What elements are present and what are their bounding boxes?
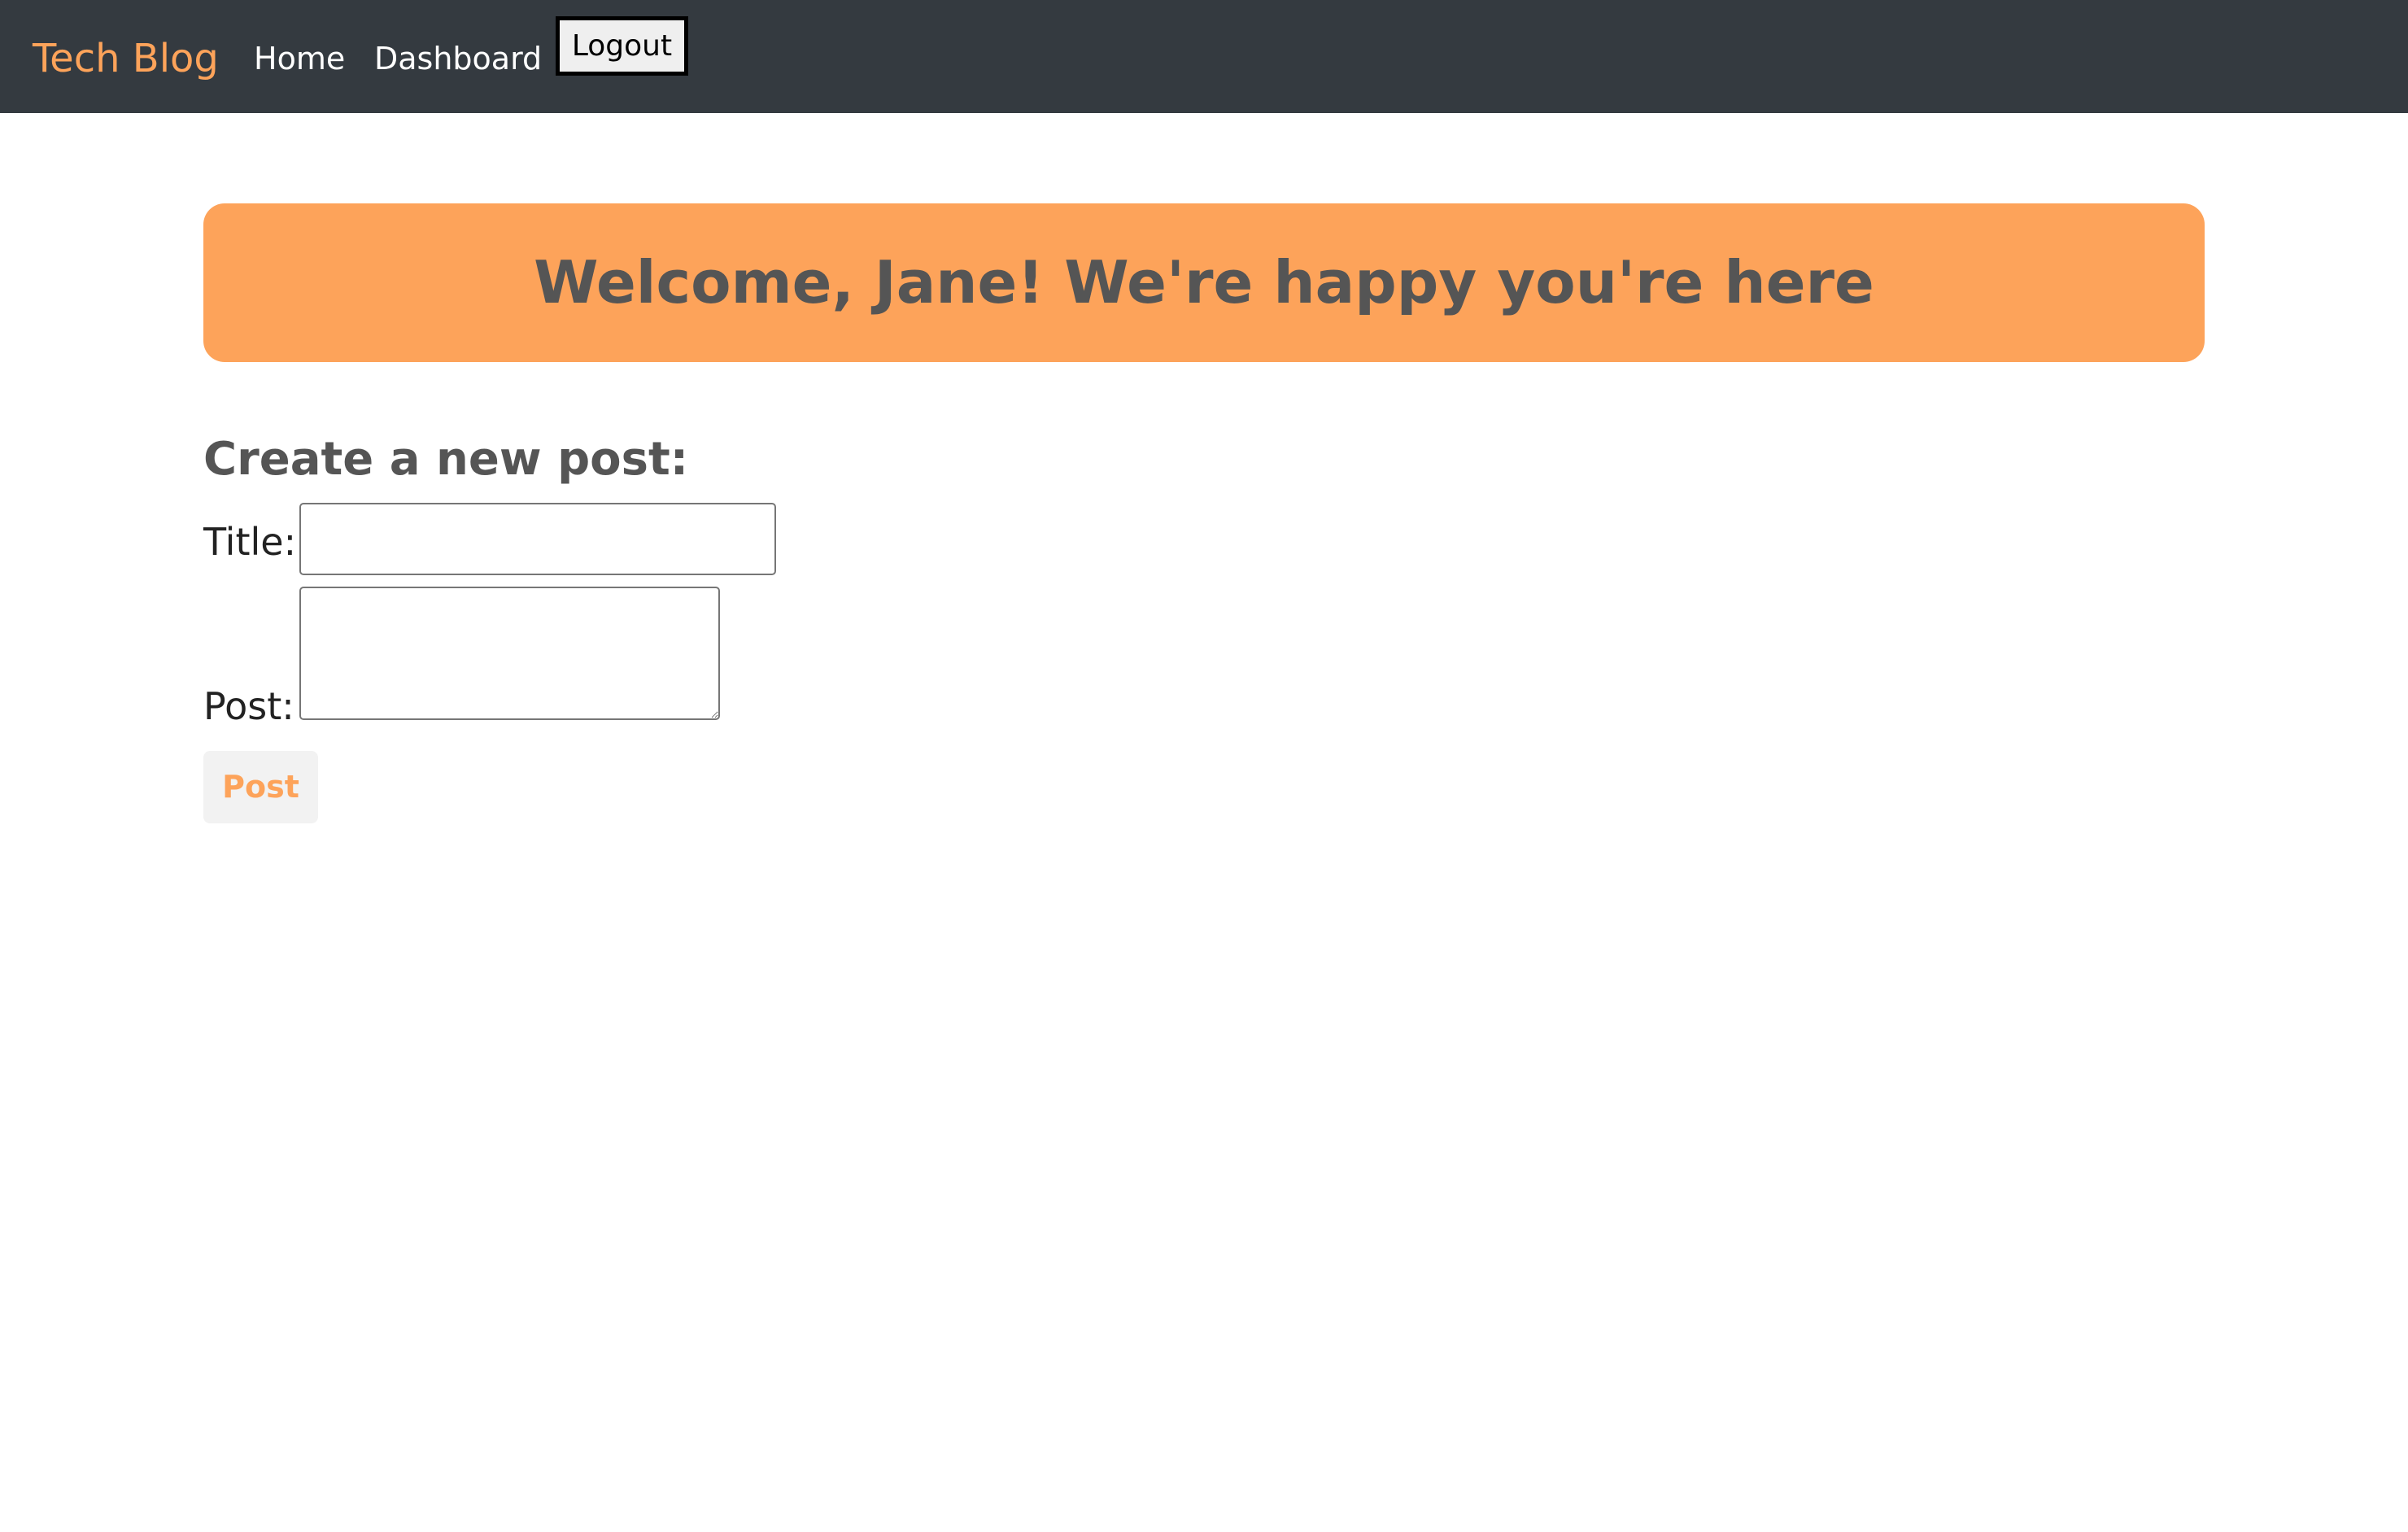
title-input[interactable] xyxy=(299,503,776,575)
post-textarea[interactable] xyxy=(299,587,720,720)
brand-link[interactable]: Tech Blog xyxy=(33,29,219,88)
logout-button[interactable]: Logout xyxy=(556,16,688,76)
post-submit-button[interactable]: Post xyxy=(203,751,318,823)
top-navbar: Tech Blog Home Dashboard Logout xyxy=(0,0,2408,113)
nav-link-home[interactable]: Home xyxy=(254,36,345,81)
post-label: Post: xyxy=(203,684,294,728)
nav-link-dashboard[interactable]: Dashboard xyxy=(374,36,542,81)
welcome-banner: Welcome, Jane! We're happy you're here xyxy=(203,203,2205,362)
title-label: Title: xyxy=(203,520,297,564)
welcome-message: Welcome, Jane! We're happy you're here xyxy=(534,248,1874,316)
form-heading: Create a new post: xyxy=(203,433,689,486)
